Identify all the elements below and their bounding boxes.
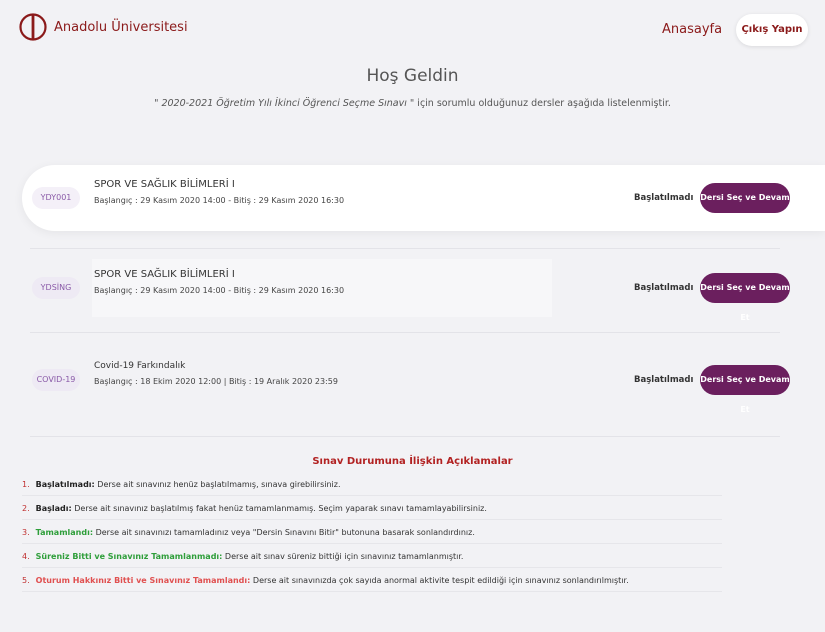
subtitle-rest: için sorumlu olduğunuz dersler aşağıda l… [414,98,671,109]
select-course-button[interactable]: Dersi Seç ve Devam Et [700,183,790,232]
course-code-badge: YDY001 [32,187,80,209]
course-info: Covid-19 Farkındalık Başlangıç : 18 Ekim… [94,361,338,386]
status-description: Derse ait sınavınız başlatılmış fakat he… [71,504,487,513]
select-course-button[interactable]: Dersi Seç ve Devam Et [700,365,790,414]
status-term: Oturum Hakkınız Bitti ve Sınavınız Tamam… [35,576,251,585]
item-number: 1. [22,480,30,489]
course-status: Başlatılmadı [634,283,694,293]
course-info: SPOR VE SAĞLIK BİLİMLERİ I Başlangıç : 2… [94,179,344,205]
status-term: Tamamlandı: [35,528,94,537]
explanation-item: 5. Oturum Hakkınız Bitti ve Sınavınız Tam… [22,568,722,592]
course-info: SPOR VE SAĞLIK BİLİMLERİ I Başlangıç : 2… [94,269,344,295]
divider [30,436,780,437]
explanation-item: 1. Başlatılmadı: Derse ait sınavınız henü… [22,472,722,496]
course-status: Başlatılmadı [634,375,694,385]
course-name: SPOR VE SAĞLIK BİLİMLERİ I [94,179,235,190]
explanation-item: 2. Başladı: Derse ait sınavınız başlatılm… [22,496,722,520]
course-dates: Başlangıç : 29 Kasım 2020 14:00 - Bitiş … [94,196,345,205]
logo-text: Anadolu Üniversitesi [54,19,188,35]
explanation-item: 3. Tamamlandı: Derse ait sınavınızı tamam… [22,520,722,544]
status-term: Başlatılmadı: [35,480,95,489]
course-row[interactable]: YDY001 SPOR VE SAĞLIK BİLİMLERİ I Başlan… [22,165,825,232]
welcome-subtitle: " 2020-2021 Öğretim Yılı İkinci Öğrenci … [0,98,825,109]
course-status: Başlatılmadı [634,193,694,203]
course-name: SPOR VE SAĞLIK BİLİMLERİ I [94,269,235,280]
university-logo-icon [19,13,47,41]
status-description: Derse ait sınavınızı tamamladınız veya "… [93,528,475,537]
welcome-title: Hoş Geldin [366,66,459,86]
course-code-badge: COVID-19 [32,369,80,391]
header: Anadolu Üniversitesi Anasayfa Çıkış Yapı… [0,0,825,62]
home-link[interactable]: Anasayfa [662,22,722,37]
item-number: 5. [22,576,30,585]
logo[interactable]: Anadolu Üniversitesi [18,12,188,42]
item-number: 2. [22,504,30,513]
explanations-list: 1. Başlatılmadı: Derse ait sınavınız henü… [22,472,722,592]
exam-name: " 2020-2021 Öğretim Yılı İkinci Öğrenci … [154,98,415,109]
course-dates: Başlangıç : 29 Kasım 2020 14:00 - Bitiş … [94,286,345,295]
status-description: Derse ait sınav süreniz bittiği için sın… [222,552,464,561]
explanation-item: 4. Süreniz Bitti ve Sınavınız Tamamlanmad… [22,544,722,568]
explanations-title: Sınav Durumuna İlişkin Açıklamalar [312,456,513,467]
item-number: 3. [22,528,30,537]
divider [30,332,780,333]
status-term: Süreniz Bitti ve Sınavınız Tamamlanmadı: [35,552,223,561]
course-row[interactable]: YDSİNG SPOR VE SAĞLIK BİLİMLERİ I Başlan… [22,255,825,322]
status-description: Derse ait sınavınızda çok sayıda anormal… [250,576,629,585]
divider [30,248,780,249]
course-row[interactable]: COVID-19 Covid-19 Farkındalık Başlangıç … [22,347,825,414]
course-dates: Başlangıç : 18 Ekim 2020 12:00 | Bitiş :… [94,377,338,386]
course-name: Covid-19 Farkındalık [94,361,186,371]
course-code-badge: YDSİNG [32,277,80,299]
status-term: Başladı: [35,504,72,513]
status-description: Derse ait sınavınız henüz başlatılmamış,… [94,480,341,489]
select-course-button[interactable]: Dersi Seç ve Devam Et [700,273,790,322]
logout-button[interactable]: Çıkış Yapın [736,14,808,46]
item-number: 4. [22,552,30,561]
